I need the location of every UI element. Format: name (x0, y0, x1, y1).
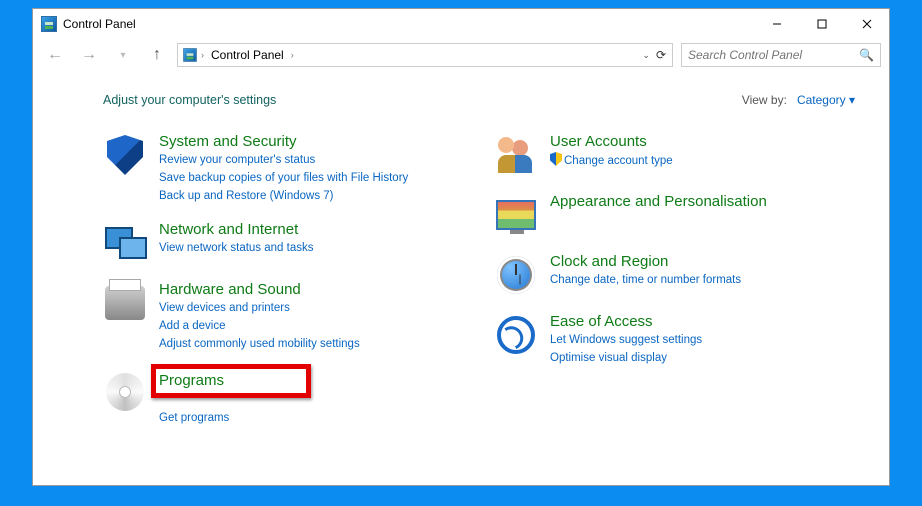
search-box[interactable]: 🔍 (681, 43, 881, 67)
accessibility-icon (497, 316, 535, 354)
window-title: Control Panel (63, 17, 136, 31)
sublink[interactable]: Let Windows suggest settings (550, 332, 702, 350)
search-input[interactable] (688, 48, 859, 62)
category-user-accounts: User Accounts Change account type (494, 133, 855, 177)
shield-icon (107, 135, 143, 175)
network-icon (103, 223, 147, 263)
forward-button[interactable]: → (75, 43, 103, 67)
users-icon (494, 135, 538, 175)
sublink[interactable]: Add a device (159, 318, 360, 336)
category-network-internet: Network and Internet View network status… (103, 221, 464, 265)
category-appearance: Appearance and Personalisation (494, 193, 855, 237)
navigation-bar: ← → ▾ ↑ › Control Panel › ⌄ ⟳ 🔍 (33, 39, 889, 75)
right-column: User Accounts Change account type Appear… (494, 133, 855, 444)
breadcrumb-separator-icon: › (198, 50, 207, 60)
view-by-dropdown[interactable]: Category ▾ (797, 93, 855, 107)
category-title[interactable]: System and Security (159, 133, 408, 150)
printer-icon (105, 286, 145, 320)
sublink[interactable]: Change account type (550, 152, 673, 171)
disc-icon (106, 373, 144, 411)
category-title[interactable]: Hardware and Sound (159, 281, 360, 298)
breadcrumb-separator-icon: › (288, 50, 297, 60)
sublink[interactable]: Change date, time or number formats (550, 272, 741, 290)
category-system-security: System and Security Review your computer… (103, 133, 464, 205)
sublink[interactable]: View devices and printers (159, 300, 360, 318)
control-panel-icon (183, 48, 197, 62)
uac-shield-icon (550, 152, 562, 166)
category-title[interactable]: Ease of Access (550, 313, 702, 330)
category-title[interactable]: Clock and Region (550, 253, 741, 270)
sublink[interactable]: Review your computer's status (159, 152, 408, 170)
category-title[interactable]: Appearance and Personalisation (550, 193, 767, 210)
minimize-button[interactable] (754, 9, 799, 39)
left-column: System and Security Review your computer… (103, 133, 464, 444)
close-button[interactable] (844, 9, 889, 39)
breadcrumb-root[interactable]: Control Panel (207, 48, 288, 62)
sublink[interactable]: Get programs (159, 410, 259, 428)
address-bar[interactable]: › Control Panel › ⌄ ⟳ (177, 43, 673, 67)
sublink[interactable]: Optimise visual display (550, 350, 702, 368)
display-icon (496, 200, 536, 230)
page-heading: Adjust your computer's settings (103, 93, 276, 107)
clock-icon (497, 256, 535, 294)
sublink[interactable]: Back up and Restore (Windows 7) (159, 188, 408, 206)
sublink[interactable]: View network status and tasks (159, 240, 313, 258)
back-button[interactable]: ← (41, 43, 69, 67)
category-title[interactable]: Network and Internet (159, 221, 313, 238)
control-panel-window: Control Panel ← → ▾ ↑ › Control Panel › … (32, 8, 890, 486)
search-icon[interactable]: 🔍 (859, 48, 874, 62)
category-title[interactable]: Programs (159, 370, 259, 391)
category-title[interactable]: User Accounts (550, 133, 673, 150)
titlebar: Control Panel (33, 9, 889, 39)
category-ease-of-access: Ease of Access Let Windows suggest setti… (494, 313, 855, 368)
sublink[interactable]: Save backup copies of your files with Fi… (159, 170, 408, 188)
category-programs: Programs Uninstall a program Get program… (103, 370, 464, 428)
recent-locations-button[interactable]: ▾ (109, 43, 137, 67)
category-hardware-sound: Hardware and Sound View devices and prin… (103, 281, 464, 353)
category-clock-region: Clock and Region Change date, time or nu… (494, 253, 855, 297)
maximize-button[interactable] (799, 9, 844, 39)
control-panel-icon (41, 16, 57, 32)
address-dropdown-icon[interactable]: ⌄ (642, 50, 650, 61)
up-button[interactable]: ↑ (143, 43, 171, 67)
content-area: Adjust your computer's settings View by:… (33, 75, 889, 485)
view-by-label: View by: (742, 93, 787, 107)
view-by-control: View by: Category ▾ (742, 93, 855, 107)
refresh-button[interactable]: ⟳ (656, 48, 666, 62)
sublink[interactable]: Adjust commonly used mobility settings (159, 336, 360, 354)
